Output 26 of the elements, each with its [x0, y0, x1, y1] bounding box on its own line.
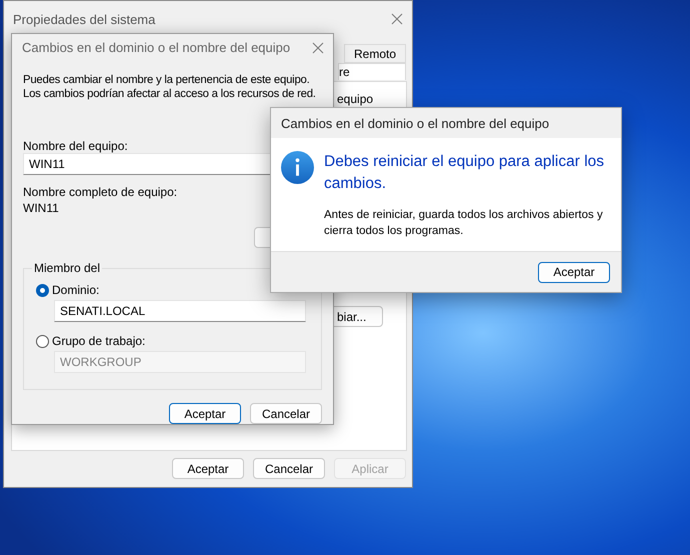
dialog-title: Cambios en el dominio o el nombre del equipo: [281, 116, 550, 130]
ok-button[interactable]: Aceptar: [538, 262, 610, 282]
dialog-button[interactable]: Cancelar: [253, 458, 325, 479]
radio-button[interactable]: [36, 334, 49, 348]
field-label: Nombre del equipo:: [23, 139, 129, 153]
field-label: Nombre completo de equipo:: [23, 185, 178, 199]
close-icon[interactable]: [312, 42, 324, 54]
description-text: Puedes cambiar el nombre y la pertenencia de este equipo. Los cambios podrían afectar al acceso a los recursos de red.: [23, 73, 317, 101]
radio-button[interactable]: [36, 284, 49, 296]
dialog-button[interactable]: Aceptar: [169, 403, 241, 424]
radio-label: Dominio:: [52, 283, 100, 297]
panel-text: equipo: [337, 92, 374, 106]
info-icon: [281, 151, 314, 184]
dialog-button[interactable]: Cancelar: [250, 403, 322, 424]
group-label: Miembro del: [33, 261, 102, 275]
tab[interactable]: re: [338, 63, 406, 80]
message-text: Antes de reiniciar, guarda todos los archivos abiertos y cierra todos los programas.: [324, 208, 604, 239]
dialog-title: Cambios en el dominio o el nombre del equipo: [22, 40, 290, 55]
close-icon[interactable]: [391, 13, 403, 25]
radio-label: Grupo de trabajo:: [52, 334, 146, 348]
tab[interactable]: Remoto: [344, 44, 406, 63]
message-heading: Debes reiniciar el equipo para aplicar los cambios.: [324, 152, 606, 194]
full-name-text: WIN11: [23, 201, 60, 215]
dialog-button[interactable]: Aceptar: [172, 458, 244, 479]
input-field[interactable]: SENATI.LOCAL: [54, 300, 306, 322]
window-title: Propiedades del sistema: [13, 12, 156, 26]
